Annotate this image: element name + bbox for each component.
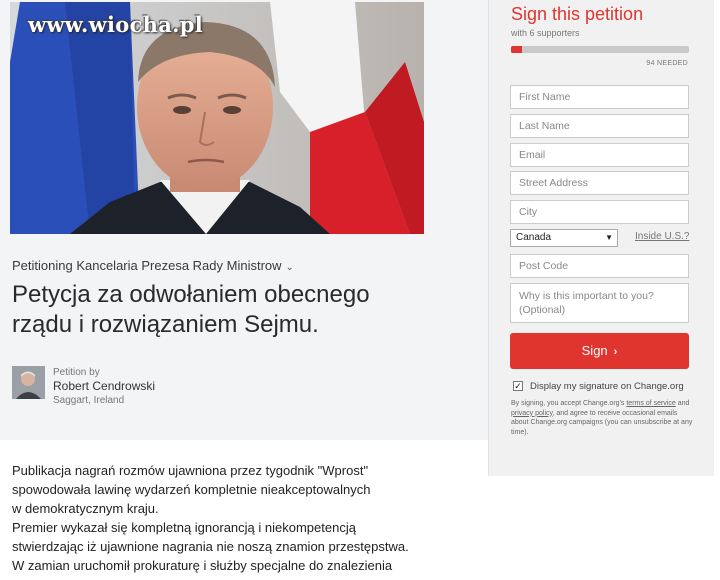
signature-progress-fill <box>511 46 522 53</box>
privacy-policy-link[interactable]: privacy policy <box>511 410 553 417</box>
watermark-text: www.wiocha.pl <box>28 12 204 37</box>
petitioning-target[interactable]: Petitioning Kancelaria Prezesa Rady Mini… <box>12 258 294 273</box>
description-line: Premier wykazał się kompletną ignorancją… <box>12 520 356 535</box>
petition-by-label: Petition by <box>53 367 100 378</box>
display-signature-checkbox[interactable]: ✓ <box>513 381 523 392</box>
sign-button-label: Sign <box>581 343 608 358</box>
display-signature-option[interactable]: ✓ Display my signature on Change.org <box>513 381 684 392</box>
avatar-image <box>12 366 45 399</box>
sign-button[interactable]: Sign › <box>510 333 689 369</box>
sign-panel: Sign this petition with 6 supporters 94 … <box>488 0 714 476</box>
dropdown-arrow-icon: ▼ <box>605 233 613 242</box>
petition-photo: www.wiocha.pl <box>10 2 424 234</box>
post-code-field[interactable]: Post Code <box>510 254 689 278</box>
email-field[interactable]: Email <box>510 143 689 167</box>
signature-progress-bar <box>511 46 689 53</box>
country-select-value: Canada <box>516 232 552 243</box>
description-line: W zamian uruchomił prokuraturę i służby … <box>12 558 393 573</box>
description-line: spowodowała lawinę wydarzeń kompletnie n… <box>12 482 371 497</box>
inside-us-link[interactable]: Inside U.S.? <box>635 231 689 242</box>
first-name-field[interactable]: First Name <box>510 85 689 109</box>
legal-text: and <box>675 400 690 407</box>
description-line: Publikacja nagrań rozmów ujawniona przez… <box>12 463 369 478</box>
city-field[interactable]: City <box>510 200 689 224</box>
legal-text: By signing, you accept Change.org's <box>511 400 627 407</box>
petitioning-label: Petitioning Kancelaria Prezesa Rady Mini… <box>12 258 282 273</box>
reason-placeholder-line1: Why is this important to you? <box>519 290 654 302</box>
chevron-right-icon: › <box>613 346 618 358</box>
petition-title: Petycja za odwołaniem obecnego rządu i r… <box>12 281 370 338</box>
chevron-down-icon[interactable]: ⌄ <box>286 262 294 273</box>
description-line: w demokratycznym kraju. <box>12 501 159 516</box>
description-line: stwierdzając iż ujawnione nagrania nie n… <box>12 539 409 554</box>
terms-of-service-link[interactable]: terms of service <box>626 400 675 407</box>
supporters-count: with 6 supporters <box>511 28 580 38</box>
legal-notice: By signing, you accept Change.org's term… <box>511 399 693 437</box>
petition-description: Publikacja nagrań rozmów ujawniona przez… <box>12 461 482 575</box>
reason-textarea[interactable]: Why is this important to you? (Optional) <box>510 283 689 323</box>
sign-panel-title: Sign this petition <box>511 4 644 24</box>
reason-placeholder-line2: (Optional) <box>519 304 566 316</box>
street-address-field[interactable]: Street Address <box>510 171 689 195</box>
country-select[interactable]: Canada ▼ <box>510 229 618 247</box>
signatures-needed: 94 NEEDED <box>646 60 688 67</box>
last-name-field[interactable]: Last Name <box>510 114 689 138</box>
avatar[interactable] <box>12 366 45 399</box>
author-name[interactable]: Robert Cendrowski <box>53 379 253 393</box>
author-location: Saggart, Ireland <box>53 395 125 406</box>
display-signature-label: Display my signature on Change.org <box>530 381 684 392</box>
